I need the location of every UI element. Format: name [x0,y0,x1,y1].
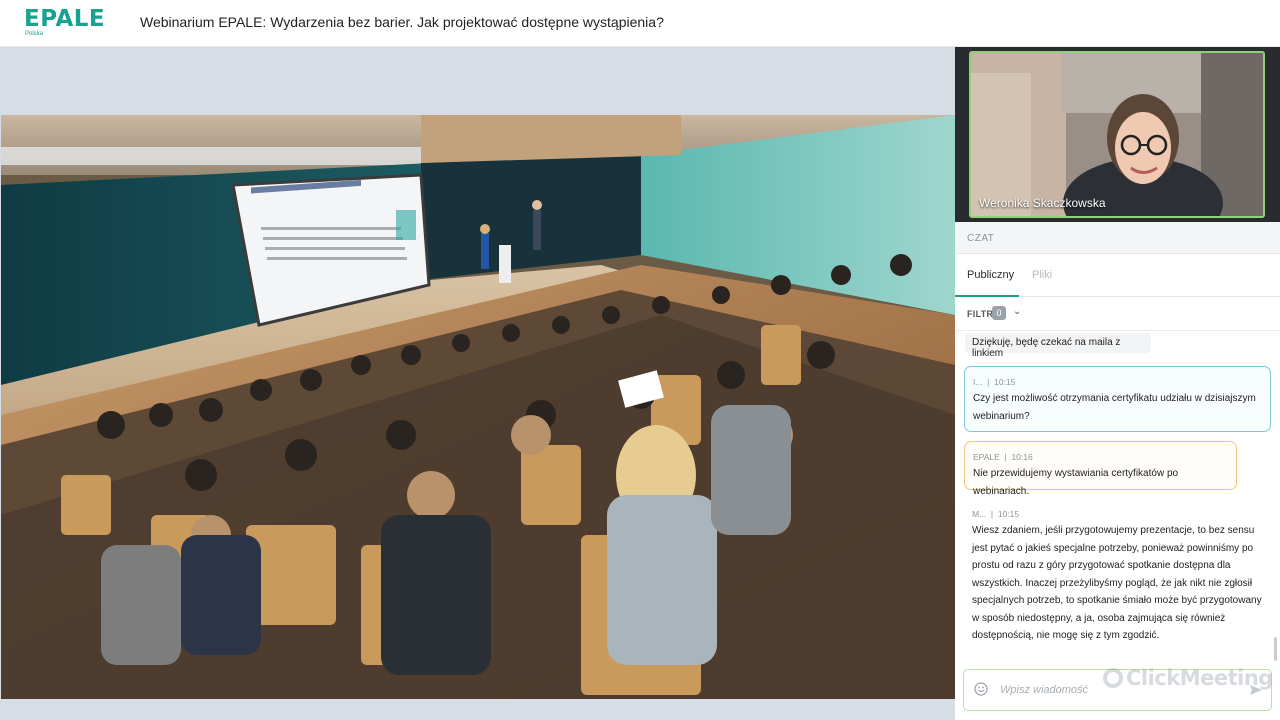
message-author: I... [973,377,983,387]
message-time: 10:15 [997,509,1020,519]
clickmeeting-logo-icon [1103,668,1123,688]
speaker-video[interactable]: Weronika Skaczkowska [969,51,1265,218]
emoji-icon[interactable] [974,682,988,696]
message-text: Czy jest możliwość otrzymania certyfikat… [973,393,1256,422]
webinar-title: Webinarium EPALE: Wydarzenia bez barier.… [140,14,664,30]
message-meta: EPALE | 10:16 [973,452,1033,462]
message-text: Wiesz zdaniem, jeśli przygotowujemy prez… [972,525,1262,641]
logo-text: EPALE [24,6,106,32]
tab-public[interactable]: Publiczny [967,269,1014,281]
message-author: EPALE [973,452,1000,462]
chat-message-question: I... | 10:15 Czy jest możliwość otrzyman… [964,366,1271,432]
chat-header: CZAT [955,222,1280,254]
chat-filter[interactable]: FILTR 0 ⌄ [955,297,1280,331]
chevron-down-icon[interactable]: ⌄ [1013,306,1021,317]
message-text: Nie przewidujemy wystawiania certyfikató… [973,468,1179,497]
chat-message: M... | 10:15 Wiesz zdaniem, jeśli przygo… [964,499,1271,649]
chat-messages[interactable]: Dziękuję, będę czekać na maila z linkiem… [955,331,1280,655]
clickmeeting-watermark: ClickMeeting [1103,666,1273,690]
epale-logo[interactable]: EPALE Polska [24,7,105,37]
chat-scrollbar[interactable] [1274,637,1277,661]
chat-tabs: Publiczny Pliki [955,255,1280,297]
message-time: 10:16 [1011,452,1033,462]
message-meta: I... | 10:15 [973,377,1016,387]
top-bar: EPALE Polska Webinarium EPALE: Wydarzeni… [0,0,1280,47]
shared-screen-photo [1,115,955,699]
right-panel: Weronika Skaczkowska CZAT Publiczny Plik… [955,47,1280,720]
filter-label: FILTR [967,309,994,319]
message-author: M... [972,509,987,519]
watermark-text: ClickMeeting [1126,666,1273,690]
tab-files[interactable]: Pliki [1032,269,1052,281]
main-stage [0,47,955,720]
chat-message: Dziękuję, będę czekać na maila z linkiem [965,333,1151,359]
webcam-container: Weronika Skaczkowska [955,47,1280,222]
chat-section-label: CZAT [967,233,995,244]
message-meta: M... | 10:15 [972,509,1020,519]
filter-count-badge: 0 [992,306,1006,320]
message-time: 10:15 [994,377,1016,387]
speaker-name: Weronika Skaczkowska [979,196,1106,210]
chat-message-host: EPALE | 10:16 Nie przewidujemy wystawian… [964,441,1237,497]
message-text: Dziękuję, będę czekać na maila z linkiem [972,337,1121,359]
